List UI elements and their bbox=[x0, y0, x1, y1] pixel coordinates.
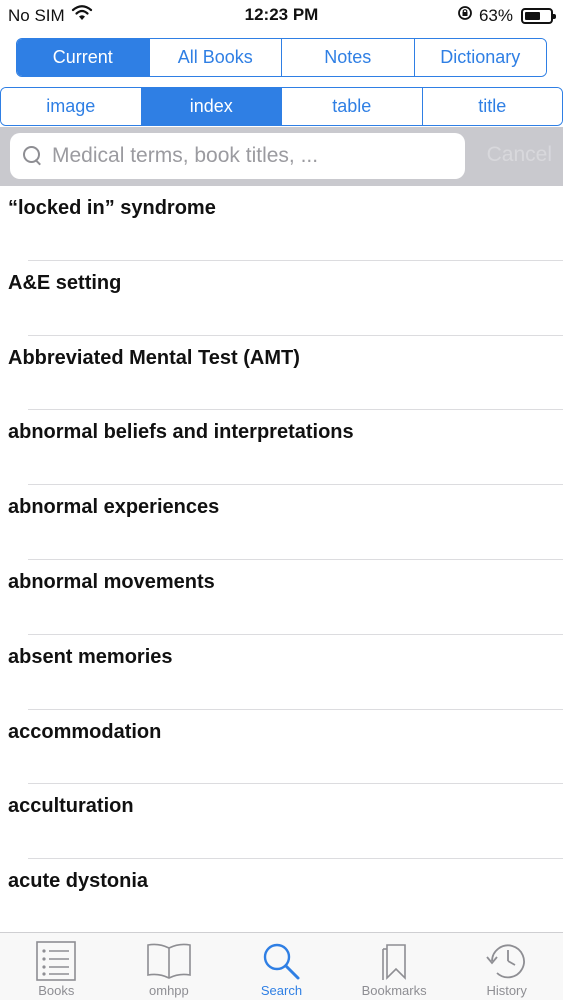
battery-percent: 63% bbox=[478, 5, 513, 25]
list-item[interactable]: A&E setting bbox=[0, 261, 563, 336]
list-item-label: A&E setting bbox=[8, 271, 122, 294]
list-item[interactable]: absent memories bbox=[0, 635, 563, 710]
tab-omhpp[interactable]: omhpp bbox=[113, 933, 226, 1000]
scope-segmented-control: Current All Books Notes Dictionary bbox=[16, 38, 547, 77]
list-item-label: accommodation bbox=[8, 720, 162, 743]
filter-tab-title[interactable]: title bbox=[422, 88, 562, 125]
tab-all-books[interactable]: All Books bbox=[149, 39, 282, 76]
rotation-lock-icon bbox=[457, 5, 473, 26]
tab-books[interactable]: Books bbox=[0, 933, 113, 1000]
tab-current[interactable]: Current bbox=[17, 39, 150, 76]
search-icon bbox=[257, 939, 305, 983]
search-field[interactable] bbox=[10, 133, 465, 179]
books-icon bbox=[32, 939, 80, 983]
list-item[interactable]: abnormal experiences bbox=[0, 485, 563, 560]
status-bar: 12:23 PM No SIM 63% bbox=[0, 0, 563, 30]
list-item[interactable]: acculturation bbox=[0, 784, 563, 859]
search-icon bbox=[22, 145, 44, 167]
tab-label: omhpp bbox=[149, 983, 189, 998]
list-item-label: acute dystonia bbox=[8, 870, 149, 893]
result-list: “locked in” syndrome A&E setting Abbreviat… bbox=[0, 186, 563, 932]
tab-bookmarks[interactable]: Bookmarks bbox=[338, 933, 451, 1000]
carrier-label: No SIM bbox=[8, 5, 65, 25]
status-right: 63% bbox=[457, 5, 556, 26]
tab-bar: Books omhpp Search Bookmarks History bbox=[0, 932, 563, 1000]
list-item-label: abnormal beliefs and interpretations bbox=[8, 421, 354, 444]
list-item[interactable]: abnormal movements bbox=[0, 560, 563, 635]
list-item-label: Abbreviated Mental Test (AMT) bbox=[8, 346, 300, 369]
battery-icon bbox=[521, 7, 556, 24]
type-segmented-control: image index table title bbox=[0, 87, 563, 126]
list-item-label: absent memories bbox=[8, 645, 173, 668]
tab-search[interactable]: Search bbox=[225, 933, 338, 1000]
tab-notes[interactable]: Notes bbox=[282, 39, 415, 76]
list-item[interactable]: acute dystonia bbox=[0, 859, 563, 932]
tab-label: Bookmarks bbox=[361, 983, 427, 998]
history-icon bbox=[483, 939, 531, 983]
filter-tab-index[interactable]: index bbox=[141, 88, 282, 125]
list-item-label: acculturation bbox=[8, 795, 134, 818]
open-book-icon bbox=[145, 939, 193, 983]
tab-history[interactable]: History bbox=[450, 933, 563, 1000]
tab-dictionary[interactable]: Dictionary bbox=[414, 39, 546, 76]
tab-label: Books bbox=[38, 983, 75, 998]
tab-label: Search bbox=[260, 983, 303, 998]
battery-fill bbox=[525, 11, 541, 20]
filter-tab-table[interactable]: table bbox=[282, 88, 423, 125]
wifi-icon bbox=[71, 5, 93, 26]
filter-tab-image[interactable]: image bbox=[1, 88, 142, 125]
bookmarks-icon bbox=[370, 939, 418, 983]
tab-label: History bbox=[486, 983, 527, 998]
list-item[interactable]: abnormal beliefs and interpretations bbox=[0, 410, 563, 485]
list-item-label: “locked in” syndrome bbox=[8, 197, 216, 219]
status-left: No SIM bbox=[8, 5, 93, 26]
list-item-label: abnormal movements bbox=[8, 570, 215, 593]
search-bar: Cancel bbox=[0, 127, 563, 186]
list-item[interactable]: “locked in” syndrome bbox=[0, 186, 563, 261]
list-item[interactable]: accommodation bbox=[0, 710, 563, 785]
list-item-label: abnormal experiences bbox=[8, 496, 220, 519]
cancel-button[interactable]: Cancel bbox=[487, 143, 552, 167]
list-item[interactable]: Abbreviated Mental Test (AMT) bbox=[0, 336, 563, 411]
search-input[interactable] bbox=[52, 144, 452, 168]
